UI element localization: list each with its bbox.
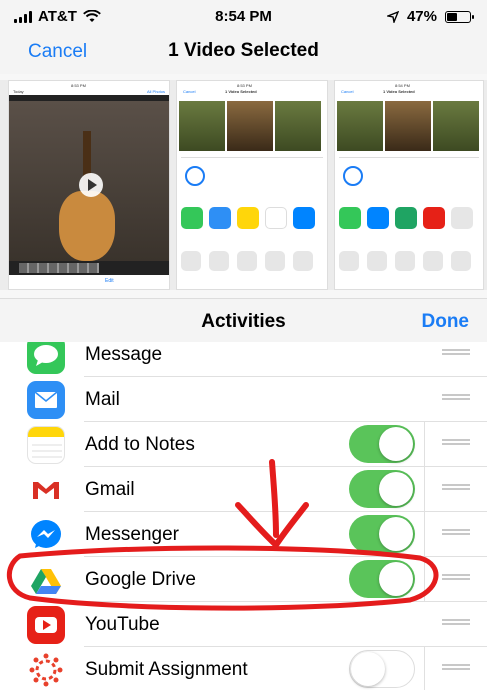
thumbnail-share-sheet-1[interactable]: 8:53 PM Cancel 1 Video Selected xyxy=(176,80,328,290)
page-title: 1 Video Selected xyxy=(168,40,319,61)
toggle-gmail[interactable] xyxy=(349,470,415,508)
toggle-messenger[interactable] xyxy=(349,515,415,553)
activities-list: Message Mail Add to Notes Gmail Messenge… xyxy=(0,342,487,690)
status-bar: AT&T 8:54 PM 47% xyxy=(0,0,487,34)
notes-icon xyxy=(27,426,65,464)
location-arrow-icon xyxy=(386,10,399,23)
list-item-messenger[interactable]: Messenger xyxy=(0,512,487,557)
reorder-handle[interactable] xyxy=(442,439,470,448)
nav-bar: Cancel 1 Video Selected xyxy=(0,34,487,74)
list-item-add-to-notes[interactable]: Add to Notes xyxy=(0,422,487,467)
message-icon xyxy=(27,342,65,374)
thumbnail-video[interactable]: 8:53 PM Today All Photos Edit xyxy=(8,80,170,290)
list-item-label: Google Drive xyxy=(85,569,196,590)
google-drive-icon xyxy=(27,561,65,599)
thumb2-title: 1 Video Selected xyxy=(225,89,257,94)
list-item-label: Submit Assignment xyxy=(85,659,248,680)
list-item-message[interactable]: Message xyxy=(0,342,487,377)
screenshot-thumbnails: 8:53 PM Today All Photos Edit 8:53 PM Ca… xyxy=(0,80,487,290)
film-strip xyxy=(19,263,99,273)
submit-assignment-icon xyxy=(27,651,65,689)
airdrop-icon xyxy=(185,166,205,186)
thumb1-date: Today xyxy=(13,89,24,94)
thumb3-title: 1 Video Selected xyxy=(383,89,415,94)
battery-icon xyxy=(445,10,474,23)
list-item-mail[interactable]: Mail xyxy=(0,377,487,422)
list-item-submit-assignment[interactable]: Submit Assignment xyxy=(0,647,487,690)
list-item-label: Mail xyxy=(85,389,120,410)
thumb1-toolbar: Edit xyxy=(9,275,169,289)
airdrop-section xyxy=(181,157,323,197)
list-item-label: Message xyxy=(85,344,163,365)
list-item-gmail[interactable]: Gmail xyxy=(0,467,487,512)
reorder-handle[interactable] xyxy=(442,484,470,493)
activities-header: Activities Done xyxy=(0,298,487,342)
list-item-google-drive[interactable]: Google Drive xyxy=(0,557,487,602)
battery-level xyxy=(447,12,457,21)
list-item-label: Add to Notes xyxy=(85,434,195,455)
thumb2-cancel: Cancel xyxy=(183,89,196,94)
messenger-icon xyxy=(27,516,65,554)
play-icon xyxy=(79,173,103,197)
thumb3-cancel: Cancel xyxy=(341,89,354,94)
airdrop-icon xyxy=(343,166,363,186)
thumb3-time: 8:54 PM xyxy=(395,83,410,88)
activities-title: Activities xyxy=(201,311,286,332)
list-item-label: YouTube xyxy=(85,614,160,635)
list-item-youtube[interactable]: YouTube xyxy=(0,602,487,647)
thumb1-all-photos: All Photos xyxy=(146,89,165,94)
battery-percent: 47% xyxy=(406,8,437,25)
list-item-label: Gmail xyxy=(85,479,135,500)
list-item-label: Messenger xyxy=(85,524,179,545)
thumb1-time: 8:53 PM xyxy=(71,83,86,88)
reorder-handle[interactable] xyxy=(442,574,470,583)
reorder-handle[interactable] xyxy=(442,529,470,538)
toggle-google-drive[interactable] xyxy=(349,560,415,598)
toggle-add-to-notes[interactable] xyxy=(349,425,415,463)
mail-icon xyxy=(27,381,65,419)
thumbnail-share-sheet-2[interactable]: 8:54 PM Cancel 1 Video Selected xyxy=(334,80,484,290)
reorder-handle[interactable] xyxy=(442,394,470,403)
gmail-icon xyxy=(27,471,65,509)
thumb2-time: 8:53 PM xyxy=(237,83,252,88)
youtube-icon xyxy=(27,606,65,644)
reorder-handle[interactable] xyxy=(442,664,470,673)
done-button[interactable]: Done xyxy=(422,311,470,333)
reorder-handle[interactable] xyxy=(442,349,470,358)
toggle-submit-assignment[interactable] xyxy=(349,650,415,688)
reorder-handle[interactable] xyxy=(442,619,470,628)
thumb1-edit: Edit xyxy=(105,278,114,284)
airdrop-section xyxy=(339,157,479,197)
status-right: 47% xyxy=(386,8,474,25)
